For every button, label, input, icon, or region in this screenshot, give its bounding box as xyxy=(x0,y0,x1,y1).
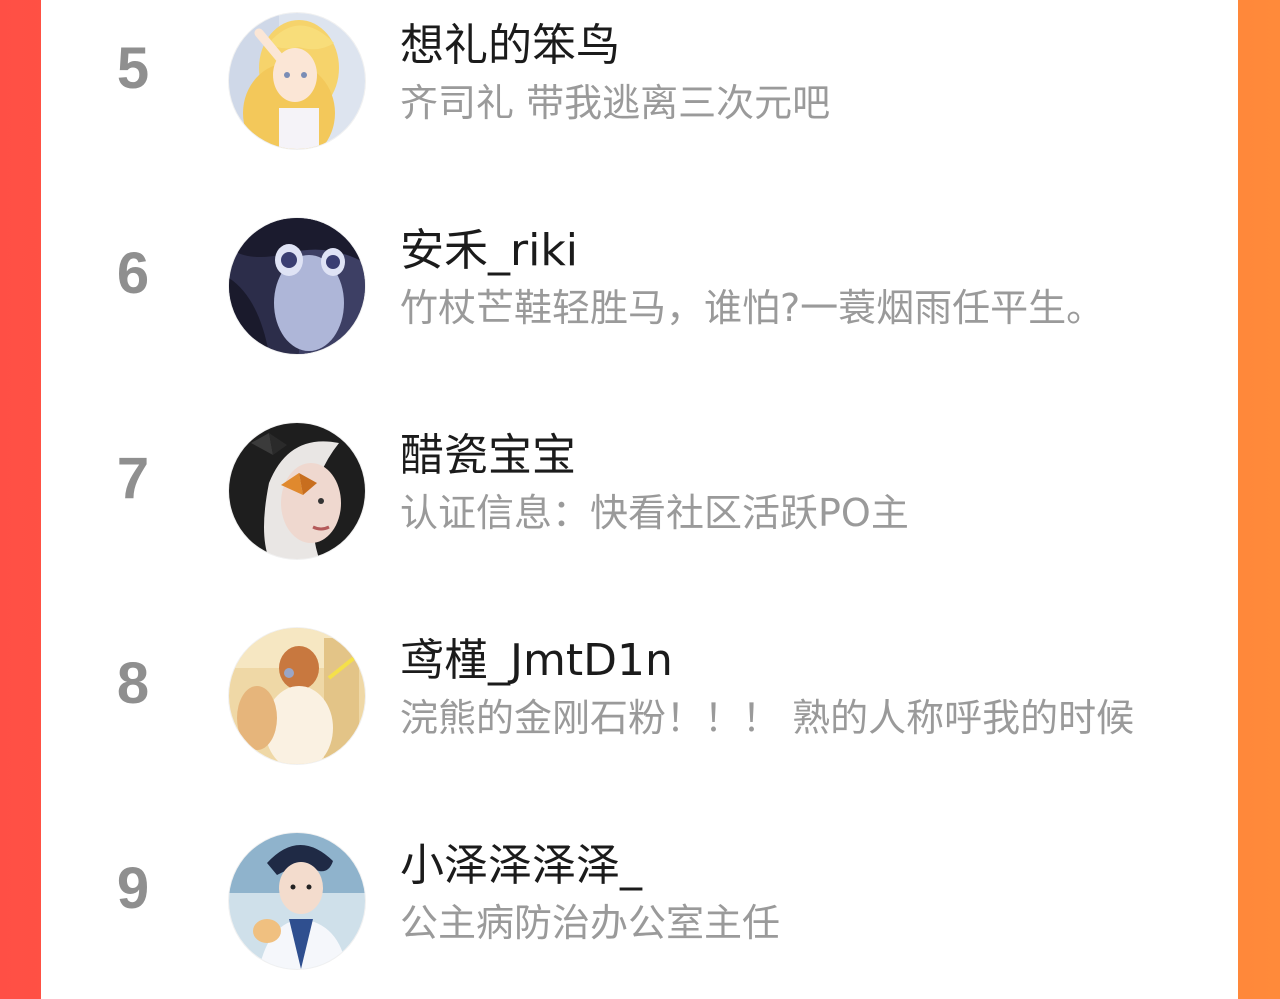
avatar-anime-blonde-girl-icon xyxy=(229,13,365,149)
user-name[interactable]: 想礼的笨鸟 xyxy=(400,20,620,72)
avatar-golden-illustration-icon xyxy=(229,628,365,764)
user-name[interactable]: 安禾_riki xyxy=(400,225,578,277)
rank-number: 8 xyxy=(116,651,150,716)
rank-number: 6 xyxy=(116,241,150,306)
user-name[interactable]: 醋瓷宝宝 xyxy=(400,430,576,482)
avatar[interactable] xyxy=(229,833,365,969)
rank-number: 5 xyxy=(116,36,150,101)
ranking-row[interactable]: 7 醋瓷宝宝 认证信息：快看社区活跃PO主 xyxy=(41,410,1238,615)
user-bio: 认证信息：快看社区活跃PO主 xyxy=(400,491,909,535)
avatar[interactable] xyxy=(229,218,365,354)
user-bio: 浣熊的金刚石粉！！！ 熟的人称呼我的时候 xyxy=(400,696,1135,740)
user-bio: 齐司礼 带我逃离三次元吧 xyxy=(400,81,831,125)
user-name[interactable]: 小泽泽泽泽_ xyxy=(400,840,642,892)
avatar-anime-boy-icon xyxy=(229,833,365,969)
ranking-row[interactable]: 5 想礼的笨鸟 齐司礼 带我逃离三次元吧 xyxy=(41,0,1238,205)
rank-number: 9 xyxy=(116,856,150,921)
ranking-panel: 5 想礼的笨鸟 齐司礼 带我逃离三次元吧 6 安禾_riki 竹杖芒鞋轻胜马，谁… xyxy=(41,0,1238,999)
ranking-row[interactable]: 8 鸢槿_JmtD1n 浣熊的金刚石粉！！！ 熟的人称呼我的时候 xyxy=(41,615,1238,820)
user-name[interactable]: 鸢槿_JmtD1n xyxy=(400,635,673,687)
user-bio: 公主病防治办公室主任 xyxy=(400,901,781,945)
avatar-anime-dark-girl-icon xyxy=(229,218,365,354)
avatar[interactable] xyxy=(229,423,365,559)
avatar[interactable] xyxy=(229,13,365,149)
avatar[interactable] xyxy=(229,628,365,764)
rank-number: 7 xyxy=(116,446,150,511)
user-bio: 竹杖芒鞋轻胜马，谁怕?一蓑烟雨任平生。 xyxy=(400,286,1105,330)
avatar-butterfly-girl-icon xyxy=(229,423,365,559)
ranking-row[interactable]: 9 小泽泽泽泽_ 公主病防治办公室主任 xyxy=(41,820,1238,999)
ranking-row[interactable]: 6 安禾_riki 竹杖芒鞋轻胜马，谁怕?一蓑烟雨任平生。 xyxy=(41,205,1238,410)
